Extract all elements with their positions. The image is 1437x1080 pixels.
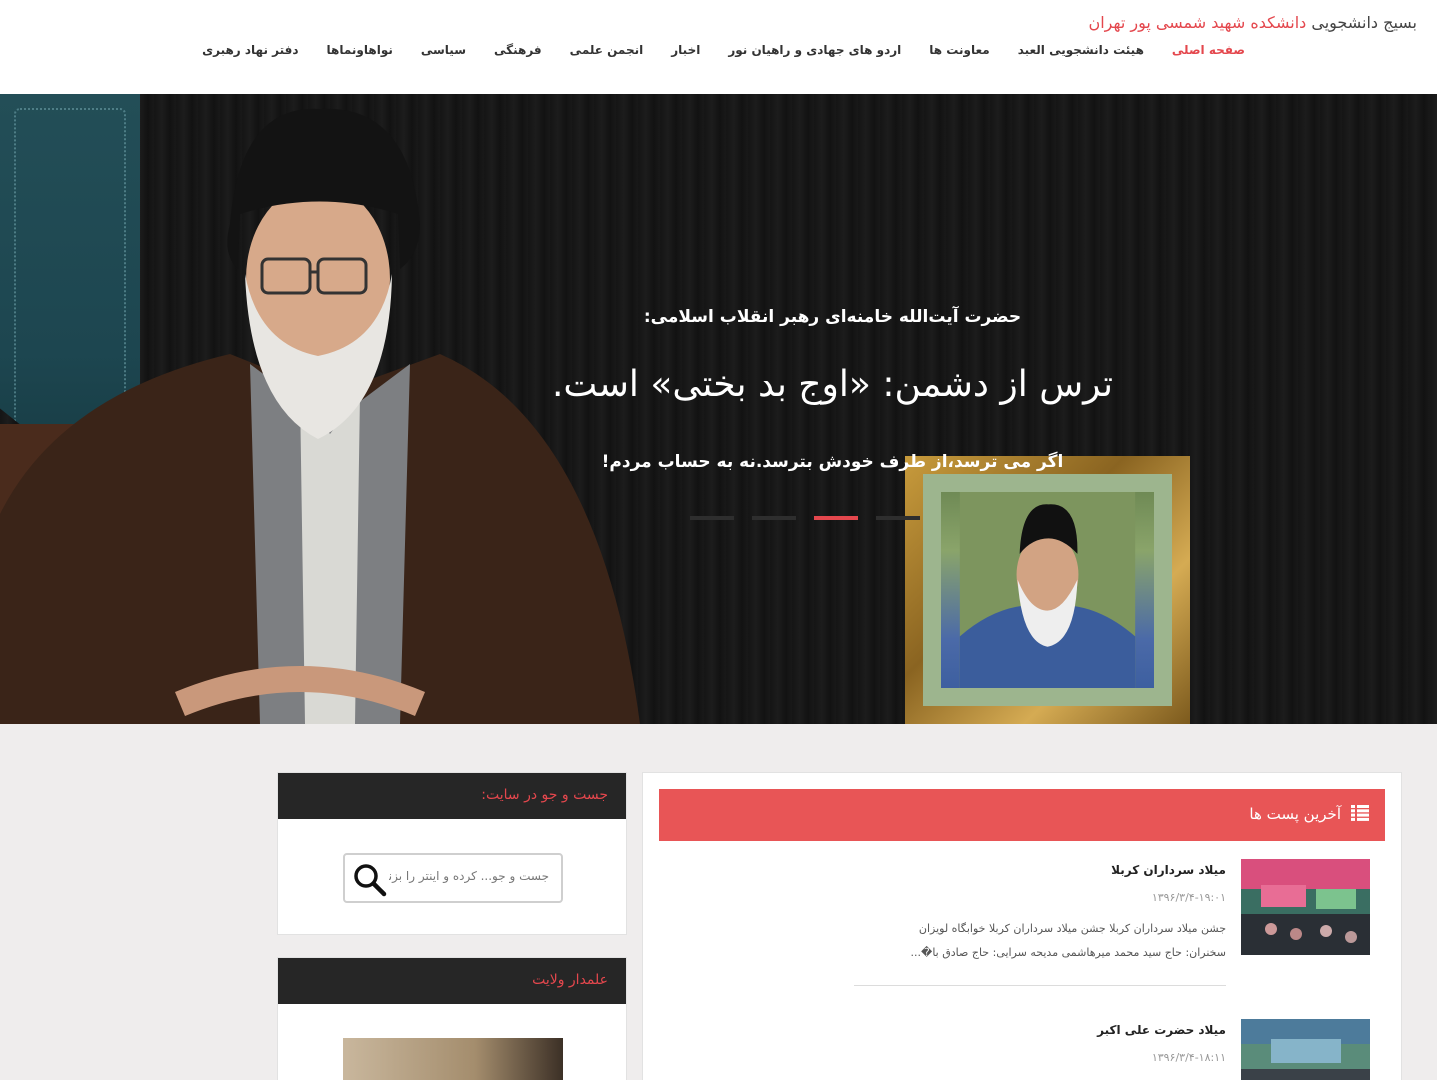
search-widget: جست و جو در سایت: (277, 772, 627, 935)
post-title[interactable]: میلاد حضرت علی اکبر (1097, 1023, 1226, 1037)
nav-item-political[interactable]: سیاسی (407, 43, 480, 57)
site-title[interactable]: بسیج دانشجویی دانشکده شهید شمسی پور تهرا… (1088, 13, 1417, 32)
search-box (343, 853, 563, 903)
slider-pagination (690, 516, 920, 520)
latest-posts-header: آخرین پست ها (659, 789, 1385, 841)
post-title[interactable]: میلاد سرداران کربلا (1111, 863, 1226, 877)
leader-widget-title: علمدار ولایت (278, 958, 626, 1004)
latest-posts-title: آخرین پست ها (1249, 805, 1341, 823)
slider-dot-2[interactable] (752, 516, 796, 520)
nav-item-camps[interactable]: اردو های جهادی و راهیان نور (714, 43, 915, 57)
nav-item-home[interactable]: صفحه اصلی (1158, 43, 1259, 57)
post-item: میلاد حضرت علی اکبر ۱۳۹۶/۳/۴-۱۸:۱۱ (659, 1019, 1385, 1080)
nav-item-leader-office[interactable]: دفتر نهاد رهبری (188, 43, 312, 57)
hero-caption: حضرت آیت‌الله خامنه‌ای رهبر انقلاب اسلام… (0, 94, 1437, 724)
hero-headline: ترس از دشمن: «اوج بد بختی» است. (551, 364, 1114, 405)
search-input[interactable] (389, 869, 549, 883)
search-widget-title: جست و جو در سایت: (278, 773, 626, 819)
hero-slider: حضرت آیت‌الله خامنه‌ای رهبر انقلاب اسلام… (0, 94, 1437, 724)
post-excerpt: جشن میلاد سرداران کربلا جشن میلاد سردارا… (910, 922, 1226, 959)
hero-subtitle: حضرت آیت‌الله خامنه‌ای رهبر انقلاب اسلام… (643, 307, 1022, 327)
post-thumbnail[interactable] (1241, 859, 1370, 955)
main-nav: صفحه اصلی هیئت دانشجویی العبد معاونت ها … (188, 43, 1259, 57)
latest-posts-panel: آخرین پست ها میلاد سرداران کربلا ۱۳۹۶/۳/… (642, 772, 1402, 1080)
nav-item-scientific[interactable]: انجمن علمی (556, 43, 658, 57)
site-title-highlight: دانشکده شهید شمسی پور تهران (1088, 13, 1307, 32)
site-header: بسیج دانشجویی دانشکده شهید شمسی پور تهرا… (0, 0, 1437, 94)
slider-dot-1[interactable] (690, 516, 734, 520)
post-divider (854, 985, 1226, 986)
search-icon[interactable] (353, 863, 387, 897)
nav-item-news[interactable]: اخبار (657, 43, 714, 57)
leader-widget: علمدار ولایت (277, 957, 627, 1080)
nav-item-student-committee[interactable]: هیئت دانشجویی العبد (1004, 43, 1158, 57)
leader-widget-image[interactable] (343, 1038, 563, 1080)
list-icon (1351, 805, 1369, 821)
post-thumbnail[interactable] (1241, 1019, 1370, 1080)
post-date: ۱۳۹۶/۳/۴-۱۸:۱۱ (1151, 1051, 1226, 1064)
hero-quote-line: اگر می ترسد،از طرف خودش بترسد.نه به حساب… (601, 452, 1064, 472)
post-date: ۱۳۹۶/۳/۴-۱۹:۰۱ (1151, 891, 1226, 904)
nav-item-cultural[interactable]: فرهنگی (480, 43, 556, 57)
nav-item-media[interactable]: نواهاونماها (313, 43, 407, 57)
nav-item-deputies[interactable]: معاونت ها (915, 43, 1003, 57)
slider-dot-4[interactable] (876, 516, 920, 520)
slider-dot-3[interactable] (814, 516, 858, 520)
post-item: میلاد سرداران کربلا ۱۳۹۶/۳/۴-۱۹:۰۱ جشن م… (659, 859, 1385, 999)
site-title-plain: بسیج دانشجویی (1306, 13, 1417, 32)
